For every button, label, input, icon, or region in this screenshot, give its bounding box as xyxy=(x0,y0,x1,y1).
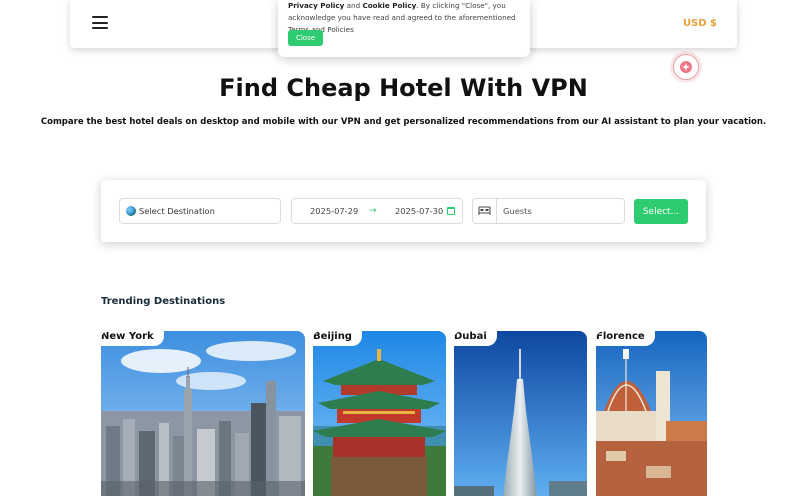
hotel-search-form: Select Destination 2025-07-29 → 2025-07-… xyxy=(101,180,706,242)
destination-name: New York xyxy=(101,331,164,346)
cookie-consent-banner: Privacy Policy and Cookie Policy. By cli… xyxy=(278,0,530,57)
sparkle-icon xyxy=(680,61,692,73)
dubai-burj-khalifa-image xyxy=(454,331,587,496)
destination-name: Florence xyxy=(596,331,655,346)
destination-label: Select Destination xyxy=(139,206,215,216)
guests-placeholder: Guests xyxy=(503,206,532,216)
hamburger-menu-icon[interactable] xyxy=(92,16,108,29)
checkin-date[interactable]: 2025-07-29 xyxy=(310,206,358,216)
search-submit-button[interactable]: Select... xyxy=(634,199,688,224)
destination-card-florence[interactable]: Florence xyxy=(596,331,707,496)
cookie-and-text: and xyxy=(344,1,363,10)
currency-selector[interactable]: USD $ xyxy=(683,18,717,29)
beijing-pagoda-image xyxy=(313,331,446,496)
destination-card-beijing[interactable]: Beijing xyxy=(313,331,446,496)
page-title: Find Cheap Hotel With VPN xyxy=(219,74,588,102)
date-range-picker[interactable]: 2025-07-29 → 2025-07-30 xyxy=(291,198,463,224)
florence-duomo-image xyxy=(596,331,707,496)
privacy-policy-link[interactable]: Privacy Policy xyxy=(288,1,344,10)
destination-card-new-york[interactable]: New York xyxy=(101,331,305,496)
trending-destinations-heading: Trending Destinations xyxy=(101,296,226,307)
calendar-icon xyxy=(447,207,455,215)
guests-field[interactable]: Guests xyxy=(472,198,625,224)
cookie-close-button[interactable]: Close xyxy=(288,30,323,46)
new-york-skyline-image xyxy=(101,331,305,496)
cookie-policy-link[interactable]: Cookie Policy xyxy=(362,1,416,10)
destination-name: Dubai xyxy=(454,331,497,346)
page-subtitle: Compare the best hotel deals on desktop … xyxy=(40,117,767,127)
arrow-right-icon: → xyxy=(369,206,377,216)
checkout-date[interactable]: 2025-07-30 xyxy=(395,206,443,216)
bed-icon xyxy=(473,199,497,223)
destination-name: Beijing xyxy=(313,331,362,346)
globe-icon xyxy=(126,206,136,216)
destination-select[interactable]: Select Destination xyxy=(119,198,281,224)
destination-card-dubai[interactable]: Dubai xyxy=(454,331,587,496)
